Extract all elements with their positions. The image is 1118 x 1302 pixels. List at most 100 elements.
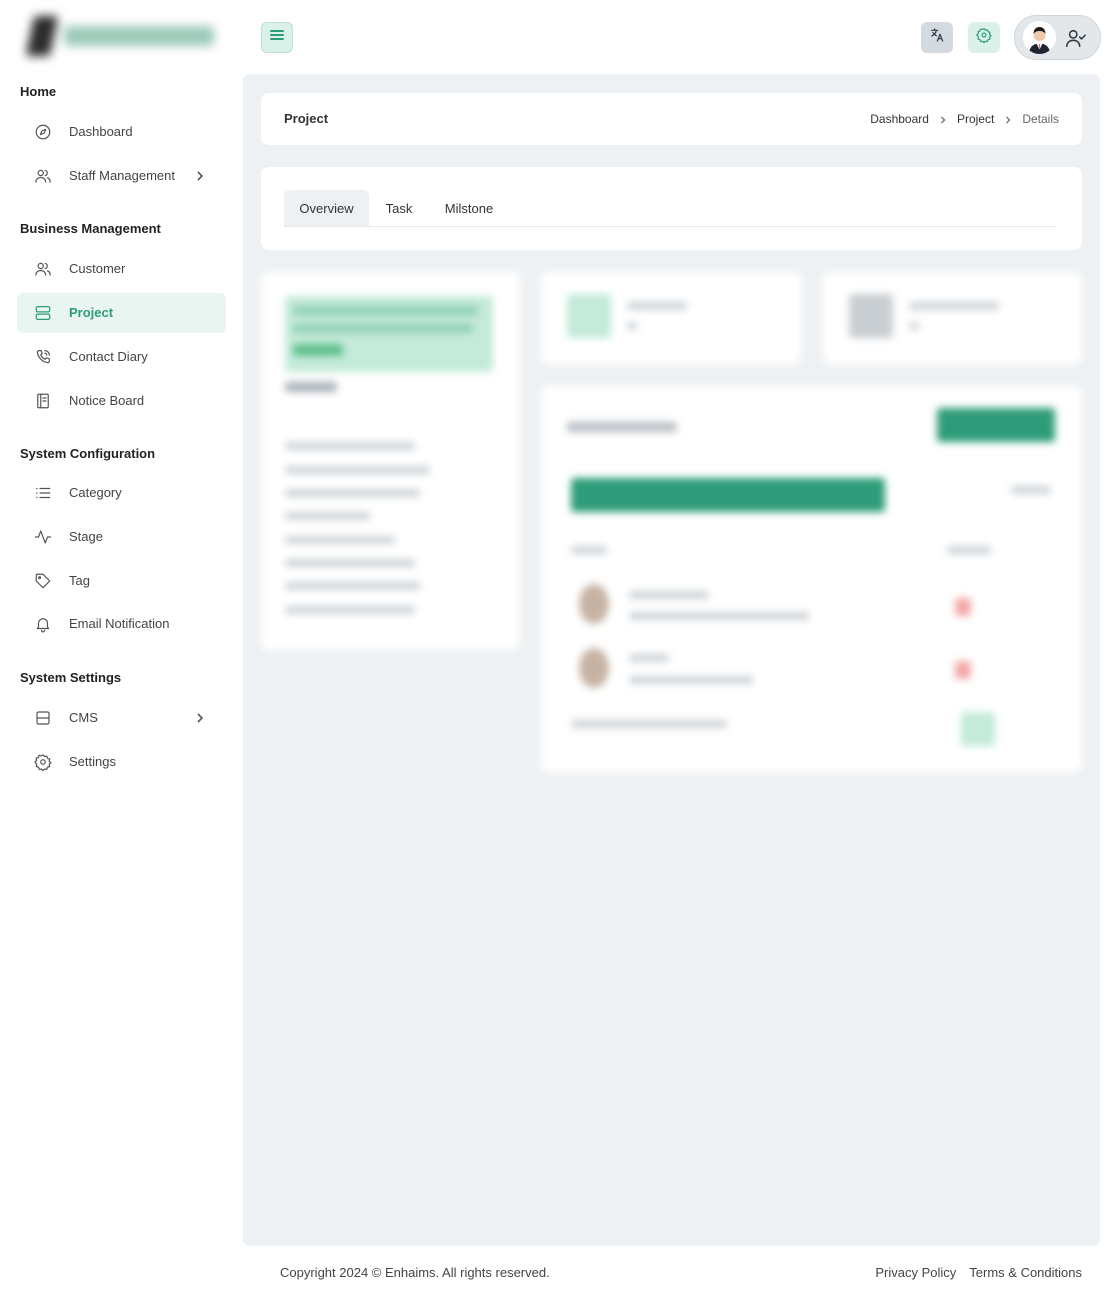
tag-icon xyxy=(34,572,52,590)
phone-icon xyxy=(34,348,52,366)
sidebar-item-label: Customer xyxy=(69,261,126,276)
chevron-right-icon xyxy=(194,711,206,725)
sidebar: Home Dashboard Staff Management Business… xyxy=(0,0,243,1302)
sidebar-item-label: Project xyxy=(69,305,114,320)
breadcrumb-item-dashboard[interactable]: Dashboard xyxy=(870,112,929,126)
settings-button[interactable] xyxy=(968,22,1000,53)
detail-row xyxy=(285,512,370,520)
compass-icon xyxy=(34,123,52,141)
project-title-line xyxy=(293,306,478,315)
stat-value xyxy=(627,322,637,330)
chevron-right-icon xyxy=(939,114,947,124)
sidebar-item-stage[interactable]: Stage xyxy=(17,517,226,557)
users-icon xyxy=(34,167,52,185)
breadcrumb-item-details: Details xyxy=(1022,112,1059,126)
detail-row xyxy=(285,606,415,614)
sidebar-item-tag[interactable]: Tag xyxy=(17,561,226,601)
section-title-system-settings: System Settings xyxy=(20,670,122,685)
export-buttons-group[interactable] xyxy=(571,478,885,512)
user-profile-menu[interactable] xyxy=(1014,15,1101,60)
project-info-card xyxy=(261,272,520,650)
tab-task[interactable]: Task xyxy=(369,190,429,226)
section-title-business-management: Business Management xyxy=(20,221,161,236)
sidebar-item-label: Email Notification xyxy=(69,616,170,631)
search-input[interactable] xyxy=(1011,486,1051,494)
stat-value xyxy=(909,322,919,330)
pagination-info xyxy=(571,720,727,728)
sidebar-item-notice-board[interactable]: Notice Board xyxy=(17,381,226,421)
users-icon xyxy=(34,260,52,278)
pagination-button[interactable] xyxy=(961,712,995,746)
activity-icon xyxy=(34,528,52,546)
assigned-staff-card xyxy=(541,386,1082,772)
sidebar-item-project[interactable]: Project xyxy=(17,293,226,333)
layout-icon xyxy=(34,709,52,727)
sidebar-item-staff-management[interactable]: Staff Management xyxy=(17,156,226,196)
stat-label xyxy=(909,302,999,310)
privacy-policy-link[interactable]: Privacy Policy xyxy=(875,1265,956,1280)
sidebar-item-email-notification[interactable]: Email Notification xyxy=(17,604,226,644)
detail-row xyxy=(285,559,415,567)
sidebar-item-label: Tag xyxy=(69,573,90,588)
app-logo[interactable] xyxy=(22,14,220,60)
breadcrumb: Dashboard Project Details xyxy=(870,112,1059,126)
avatar xyxy=(1023,21,1056,54)
tab-overview[interactable]: Overview xyxy=(284,190,369,226)
detail-row xyxy=(285,489,420,497)
project-meta xyxy=(285,382,337,392)
delete-button[interactable] xyxy=(955,598,971,616)
footer-links: Privacy Policy Terms & Conditions xyxy=(875,1265,1082,1280)
sidebar-item-label: Category xyxy=(69,485,122,500)
copyright-text: Copyright 2024 © Enhaims. All rights res… xyxy=(280,1265,550,1280)
sidebar-item-label: Staff Management xyxy=(69,168,175,183)
sidebar-item-label: Dashboard xyxy=(69,124,133,139)
table-header-action xyxy=(947,546,991,554)
delete-button[interactable] xyxy=(955,661,971,679)
terms-link[interactable]: Terms & Conditions xyxy=(969,1265,1082,1280)
avatar xyxy=(579,584,609,624)
menu-icon xyxy=(269,27,285,48)
stat-card xyxy=(823,272,1082,364)
status-badge xyxy=(293,344,343,356)
list-icon xyxy=(34,484,52,502)
assign-staff-button[interactable] xyxy=(937,408,1055,442)
sidebar-item-category[interactable]: Category xyxy=(17,473,226,513)
sidebar-item-settings[interactable]: Settings xyxy=(17,742,226,782)
sidebar-toggle-button[interactable] xyxy=(261,22,293,53)
language-button[interactable] xyxy=(921,22,953,53)
page-title: Project xyxy=(284,111,329,126)
section-title-home: Home xyxy=(20,84,57,99)
stat-icon xyxy=(567,294,611,338)
bell-icon xyxy=(34,615,52,633)
notebook-icon xyxy=(34,392,52,410)
main-content: Project Dashboard Project Details Overvi… xyxy=(243,74,1100,1246)
card-title xyxy=(567,422,677,432)
stat-icon xyxy=(849,294,893,338)
tabs-card: Overview Task Milstone xyxy=(261,167,1082,250)
table-header-name xyxy=(571,546,607,554)
sidebar-item-label: CMS xyxy=(69,710,98,725)
staff-email xyxy=(629,676,753,684)
gear-icon xyxy=(976,27,992,48)
sidebar-item-dashboard[interactable]: Dashboard xyxy=(17,112,226,152)
detail-row xyxy=(285,466,430,474)
sidebar-item-customer[interactable]: Customer xyxy=(17,249,226,289)
user-check-icon xyxy=(1065,27,1087,49)
section-title-system-configuration: System Configuration xyxy=(20,446,156,461)
detail-row xyxy=(285,536,395,544)
tab-milstone[interactable]: Milstone xyxy=(429,190,509,226)
gear-icon xyxy=(34,753,52,772)
sidebar-item-label: Notice Board xyxy=(69,393,145,408)
sidebar-item-label: Settings xyxy=(69,754,116,769)
sidebar-item-cms[interactable]: CMS xyxy=(17,698,226,738)
sidebar-item-contact-diary[interactable]: Contact Diary xyxy=(17,337,226,377)
project-title-line xyxy=(293,324,473,333)
breadcrumb-item-project[interactable]: Project xyxy=(957,112,994,126)
chevron-right-icon xyxy=(194,169,206,183)
staff-name xyxy=(629,654,669,662)
tab-bar: Overview Task Milstone xyxy=(284,190,1056,227)
logo-mark xyxy=(25,16,59,56)
page-header-card: Project Dashboard Project Details xyxy=(261,93,1082,145)
server-icon xyxy=(34,304,52,322)
detail-row xyxy=(285,442,415,450)
